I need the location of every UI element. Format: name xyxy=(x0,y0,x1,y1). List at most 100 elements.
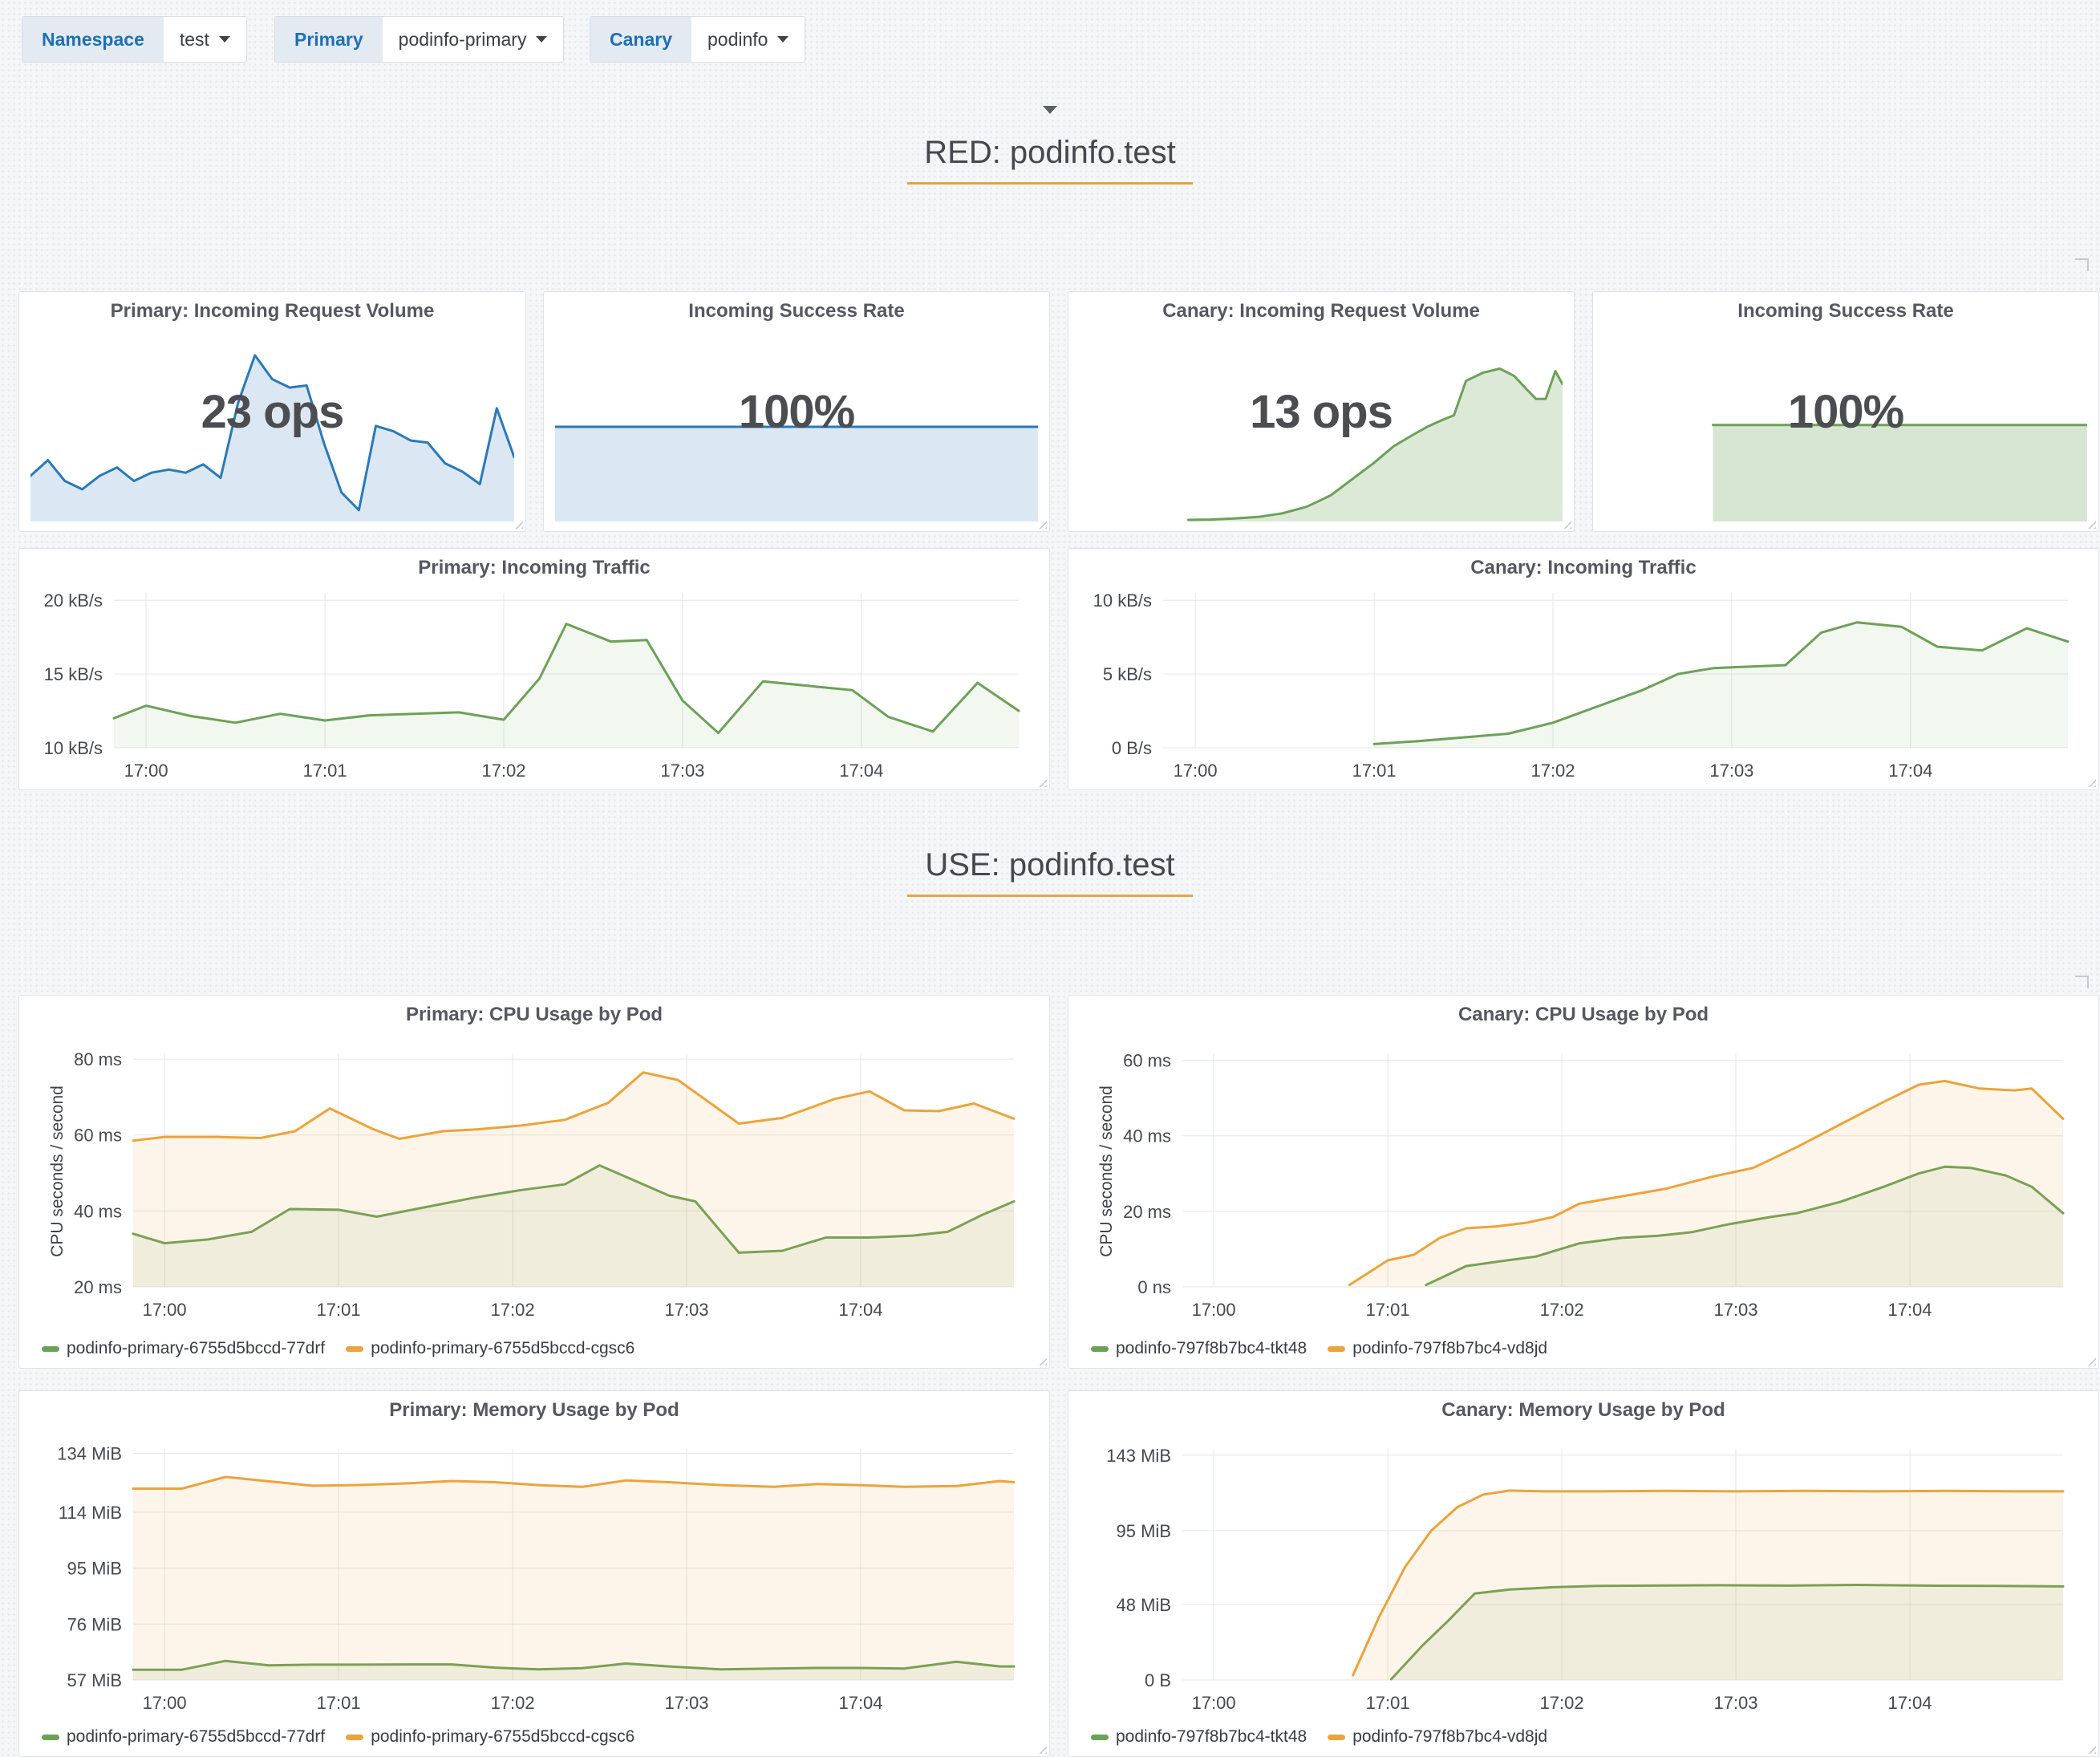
legend-label: podinfo-primary-6755d5bccd-cgsc6 xyxy=(371,1727,634,1747)
panel-canary-request-volume: Canary: Incoming Request Volume 13 ops xyxy=(1068,291,1575,532)
row-title[interactable]: RED: podinfo.test xyxy=(0,135,2100,171)
svg-text:17:00: 17:00 xyxy=(1192,1693,1236,1713)
legend-label: podinfo-797f8b7bc4-tkt48 xyxy=(1116,1727,1307,1747)
svg-text:17:03: 17:03 xyxy=(660,761,704,781)
svg-text:20 kB/s: 20 kB/s xyxy=(44,590,103,611)
svg-text:60 ms: 60 ms xyxy=(74,1126,122,1146)
legend: podinfo-797f8b7bc4-tkt48 podinfo-797f8b7b… xyxy=(1091,1339,1547,1358)
panel-title[interactable]: Incoming Success Rate xyxy=(1593,300,2098,323)
variable-primary-label: Primary xyxy=(275,17,383,62)
panel-title[interactable]: Canary: CPU Usage by Pod xyxy=(1068,1004,2098,1026)
svg-text:17:04: 17:04 xyxy=(838,1693,882,1713)
panel-title[interactable]: Primary: Incoming Traffic xyxy=(19,557,1049,579)
primary-memory-usage-chart[interactable]: 17:0017:0117:0217:0317:0457 MiB76 MiB95 … xyxy=(19,1391,1049,1756)
row-collapse-icon[interactable] xyxy=(1043,106,1057,114)
row-title-underline xyxy=(907,895,1193,897)
svg-text:80 ms: 80 ms xyxy=(74,1049,122,1069)
svg-text:17:03: 17:03 xyxy=(664,1300,708,1320)
canary-memory-usage-chart[interactable]: 17:0017:0117:0217:0317:040 B48 MiB95 MiB… xyxy=(1068,1391,2098,1756)
panel-title[interactable]: Primary: Memory Usage by Pod xyxy=(19,1399,1049,1422)
svg-text:17:04: 17:04 xyxy=(1887,1300,1932,1320)
chevron-down-icon xyxy=(536,36,547,43)
canary-incoming-traffic-chart[interactable]: 17:0017:0117:0217:0317:040 B/s5 kB/s10 k… xyxy=(1068,549,2098,789)
panel-title[interactable]: Canary: Incoming Traffic xyxy=(1068,557,2098,579)
svg-text:40 ms: 40 ms xyxy=(1123,1126,1171,1146)
y-axis-label: CPU seconds / second xyxy=(1097,1055,1117,1288)
legend-swatch-icon xyxy=(1091,1735,1109,1740)
panel-primary-success-rate: Incoming Success Rate 100% xyxy=(543,291,1050,532)
variable-namespace-value: test xyxy=(180,29,209,51)
svg-text:0 B/s: 0 B/s xyxy=(1112,738,1152,758)
variable-namespace-label: Namespace xyxy=(22,17,164,62)
svg-text:143 MiB: 143 MiB xyxy=(1106,1446,1171,1466)
legend-swatch-icon xyxy=(1328,1346,1345,1352)
variable-canary: Canary podinfo xyxy=(590,16,805,63)
stat-value: 100% xyxy=(544,385,1049,439)
row-title[interactable]: USE: podinfo.test xyxy=(0,847,2100,883)
panel-canary-cpu-usage: Canary: CPU Usage by Pod CPU seconds / s… xyxy=(1068,995,2099,1369)
y-axis-label: CPU seconds / second xyxy=(48,1055,67,1288)
svg-text:5 kB/s: 5 kB/s xyxy=(1103,664,1152,684)
variable-namespace-dropdown[interactable]: test xyxy=(164,17,246,62)
legend-label: podinfo-primary-6755d5bccd-cgsc6 xyxy=(371,1339,634,1358)
legend-item[interactable]: podinfo-primary-6755d5bccd-cgsc6 xyxy=(346,1727,634,1747)
svg-text:134 MiB: 134 MiB xyxy=(57,1444,122,1464)
svg-text:17:02: 17:02 xyxy=(491,1300,535,1320)
legend-item[interactable]: podinfo-797f8b7bc4-vd8jd xyxy=(1328,1727,1547,1747)
stat-value: 100% xyxy=(1593,385,2098,439)
panel-primary-request-volume: Primary: Incoming Request Volume 23 ops xyxy=(18,291,526,532)
svg-text:17:01: 17:01 xyxy=(1366,1693,1410,1713)
legend-label: podinfo-797f8b7bc4-tkt48 xyxy=(1116,1339,1307,1358)
svg-text:10 kB/s: 10 kB/s xyxy=(1093,590,1152,611)
svg-text:17:04: 17:04 xyxy=(838,1300,882,1320)
primary-cpu-usage-chart[interactable]: 17:0017:0117:0217:0317:0420 ms40 ms60 ms… xyxy=(19,996,1049,1368)
legend-label: podinfo-primary-6755d5bccd-77drf xyxy=(67,1727,325,1747)
row-resize-corner-icon[interactable] xyxy=(2075,976,2089,988)
legend-item[interactable]: podinfo-primary-6755d5bccd-77drf xyxy=(42,1339,325,1358)
svg-text:20 ms: 20 ms xyxy=(74,1277,122,1297)
svg-text:10 kB/s: 10 kB/s xyxy=(44,738,103,758)
panel-title[interactable]: Primary: Incoming Request Volume xyxy=(19,300,525,323)
panel-primary-memory-usage: Primary: Memory Usage by Pod 17:0017:011… xyxy=(18,1390,1050,1757)
svg-text:48 MiB: 48 MiB xyxy=(1117,1595,1171,1615)
legend-item[interactable]: podinfo-797f8b7bc4-tkt48 xyxy=(1091,1727,1307,1747)
legend-item[interactable]: podinfo-primary-6755d5bccd-cgsc6 xyxy=(346,1339,634,1358)
legend-swatch-icon xyxy=(1091,1346,1109,1352)
legend-swatch-icon xyxy=(1328,1735,1345,1740)
legend: podinfo-primary-6755d5bccd-77drf podinfo-… xyxy=(42,1727,634,1747)
svg-text:17:01: 17:01 xyxy=(317,1300,361,1320)
panel-title[interactable]: Incoming Success Rate xyxy=(544,300,1049,323)
svg-text:114 MiB: 114 MiB xyxy=(59,1503,122,1523)
chevron-down-icon xyxy=(219,36,230,43)
svg-text:17:03: 17:03 xyxy=(1709,761,1753,781)
row-header-use: USE: podinfo.test xyxy=(0,847,2100,897)
legend-swatch-icon xyxy=(346,1346,363,1352)
svg-text:17:01: 17:01 xyxy=(1352,761,1397,781)
svg-text:17:02: 17:02 xyxy=(491,1693,535,1713)
stat-value: 13 ops xyxy=(1068,385,1574,439)
panel-title[interactable]: Primary: CPU Usage by Pod xyxy=(19,1004,1049,1026)
row-header-red: RED: podinfo.test xyxy=(0,135,2100,185)
svg-text:15 kB/s: 15 kB/s xyxy=(44,664,103,684)
svg-text:17:02: 17:02 xyxy=(1540,1300,1584,1320)
legend-label: podinfo-primary-6755d5bccd-77drf xyxy=(67,1339,325,1358)
svg-text:76 MiB: 76 MiB xyxy=(67,1614,122,1634)
panel-title[interactable]: Canary: Memory Usage by Pod xyxy=(1068,1399,2098,1422)
svg-text:40 ms: 40 ms xyxy=(74,1201,122,1221)
primary-incoming-traffic-chart[interactable]: 17:0017:0117:0217:0317:0410 kB/s15 kB/s2… xyxy=(19,549,1049,789)
svg-text:57 MiB: 57 MiB xyxy=(67,1670,122,1690)
svg-text:17:00: 17:00 xyxy=(124,761,168,781)
row-resize-corner-icon[interactable] xyxy=(2075,258,2089,271)
panel-canary-memory-usage: Canary: Memory Usage by Pod 17:0017:0117… xyxy=(1068,1390,2099,1757)
variable-canary-value: podinfo xyxy=(707,29,768,51)
canary-cpu-usage-chart[interactable]: 17:0017:0117:0217:0317:040 ns20 ms40 ms6… xyxy=(1068,996,2098,1368)
legend-item[interactable]: podinfo-primary-6755d5bccd-77drf xyxy=(42,1727,325,1747)
legend-item[interactable]: podinfo-797f8b7bc4-vd8jd xyxy=(1328,1339,1547,1358)
variable-canary-dropdown[interactable]: podinfo xyxy=(691,17,805,62)
panel-title[interactable]: Canary: Incoming Request Volume xyxy=(1068,300,1574,323)
variable-canary-label: Canary xyxy=(590,17,691,62)
variable-primary-dropdown[interactable]: podinfo-primary xyxy=(383,17,564,62)
svg-text:17:00: 17:00 xyxy=(1174,761,1218,781)
legend-item[interactable]: podinfo-797f8b7bc4-tkt48 xyxy=(1091,1339,1307,1358)
chevron-down-icon xyxy=(777,36,789,43)
